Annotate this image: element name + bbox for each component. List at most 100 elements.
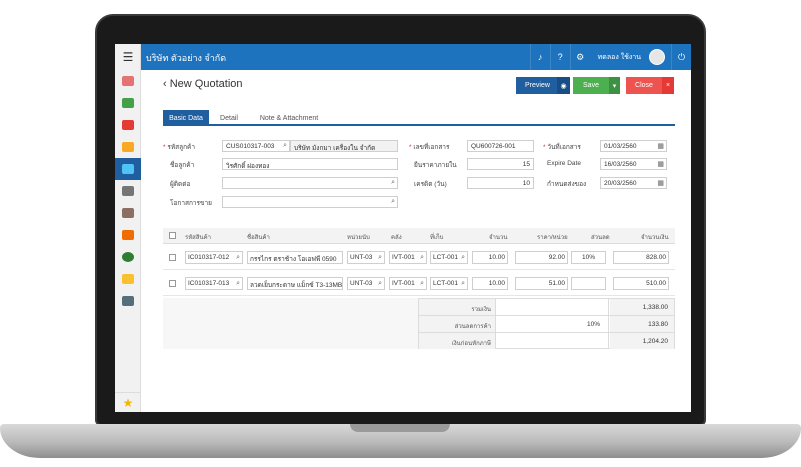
price-validity-label: ยืนราคาภายใน <box>414 162 457 169</box>
customer-name-field[interactable]: วิรศักดิ์ ผ่องทอง <box>222 158 398 170</box>
col-amount: จำนวนเงิน <box>641 235 669 241</box>
back-icon[interactable]: ‹ <box>163 78 167 90</box>
price-validity-field[interactable]: 15 <box>467 158 534 170</box>
laptop-frame: ☰ ★ บริษัท ตัวอย่าง จำกัด ♪ ? ⚙ ทดลอง ใช… <box>0 0 801 467</box>
row-unit-field[interactable]: UNT-03 ⌕ <box>347 277 385 290</box>
sidebar-item-dashboard[interactable] <box>115 70 141 92</box>
summary-discount-percent[interactable]: 10% <box>497 316 609 332</box>
row-unit-field[interactable]: UNT-03 ⌕ <box>347 251 385 264</box>
table-row: IC010317-013 ⌕ ลวดเย็บกระดาษ แม็กซ์ T3-13… <box>163 272 675 296</box>
tab-note-attachment[interactable]: Note & Attachment <box>249 110 329 126</box>
sidebar-item-cycle[interactable] <box>115 224 141 246</box>
select-all-checkbox[interactable] <box>169 232 176 239</box>
delivery-date-field[interactable]: 20/03/2560 ▦ <box>600 177 667 189</box>
search-icon[interactable]: ⌕ <box>420 254 424 262</box>
sidebar-item-tools[interactable] <box>115 290 141 312</box>
doc-no-label: * เลขที่เอกสาร <box>409 144 450 151</box>
delivery-date-label: กำหนดส่งของ <box>547 181 587 188</box>
summary-pretax-value: 1,204.20 <box>610 333 674 349</box>
row-discount-field[interactable]: 10% <box>571 251 606 264</box>
row-checkbox[interactable] <box>169 280 176 287</box>
username[interactable]: ทดลอง ใช้งาน <box>590 52 649 63</box>
sidebar-item-box[interactable] <box>115 136 141 158</box>
bell-icon[interactable]: ♪ <box>529 44 550 70</box>
sidebar-item-wallet[interactable] <box>115 202 141 224</box>
summary-discount-label: ส่วนลดการค้า <box>419 316 496 332</box>
expire-date-label: Expire Date <box>547 160 581 167</box>
col-price: ราคา/หน่วย <box>537 235 568 241</box>
row-qty-field[interactable]: 10.00 <box>472 251 508 264</box>
sidebar-item-money[interactable] <box>115 92 141 114</box>
col-warehouse: คลัง <box>391 235 402 241</box>
row-warehouse-field[interactable]: IVT-001 ⌕ <box>389 251 427 264</box>
close-icon[interactable]: × <box>662 77 674 94</box>
summary-discount-row: ส่วนลดการค้า 10% 133.80 <box>419 316 674 333</box>
search-icon[interactable]: ⌕ <box>378 280 382 288</box>
row-price-field[interactable]: 51.00 <box>515 277 568 290</box>
row-checkbox[interactable] <box>169 254 176 261</box>
tools-icon <box>122 296 134 306</box>
row-qty-field[interactable]: 10.00 <box>472 277 508 290</box>
row-location-field[interactable]: LCT-001 ⌕ <box>430 277 468 290</box>
avatar[interactable] <box>649 49 665 65</box>
customer-code-label: * รหัสลูกค้า <box>163 144 196 151</box>
laptop-notch <box>350 424 450 432</box>
search-icon[interactable]: ⌕ <box>236 280 240 288</box>
power-icon[interactable]: ⏻ <box>671 44 691 70</box>
tab-detail[interactable]: Detail <box>211 110 247 126</box>
col-qty: จำนวน <box>489 235 508 241</box>
search-icon[interactable]: ⌕ <box>461 254 465 262</box>
sidebar-item-cart[interactable] <box>115 114 141 136</box>
eye-icon[interactable]: ◉ <box>557 77 570 94</box>
search-icon[interactable]: ⌕ <box>391 198 395 206</box>
contact-field[interactable]: ⌕ <box>222 177 398 189</box>
sidebar-item-book[interactable] <box>115 158 141 180</box>
bank-icon <box>122 186 134 196</box>
opportunity-label: โอกาสการขาย <box>170 200 212 207</box>
sidebar-item-check[interactable] <box>115 246 141 268</box>
cycle-icon <box>122 230 134 240</box>
close-button[interactable]: Close <box>626 77 662 94</box>
credit-field[interactable]: 10 <box>467 177 534 189</box>
customer-name-label: ชื่อลูกค้า <box>170 162 195 169</box>
customer-code-field[interactable]: CUS010317-003 ⌕ <box>222 140 290 152</box>
summary-pretax-spacer <box>497 333 609 349</box>
search-icon[interactable]: ⌕ <box>236 254 240 262</box>
row-discount-field[interactable] <box>571 277 606 290</box>
calendar-icon[interactable]: ▦ <box>657 179 664 187</box>
summary-total-label: รวมเงิน <box>419 299 496 315</box>
company-name: บริษัท ตัวอย่าง จำกัด <box>146 53 227 63</box>
sidebar-item-report[interactable] <box>115 268 141 290</box>
row-location-field[interactable]: LCT-001 ⌕ <box>430 251 468 264</box>
row-price-field[interactable]: 92.00 <box>515 251 568 264</box>
row-warehouse-field[interactable]: IVT-001 ⌕ <box>389 277 427 290</box>
help-icon[interactable]: ? <box>549 44 570 70</box>
row-name-field[interactable]: กรรไกร ตราช้าง โอเอฟพี 0590 <box>247 251 343 264</box>
expire-date-field[interactable]: 16/03/2560 ▦ <box>600 158 667 170</box>
menu-icon[interactable]: ☰ <box>115 44 141 70</box>
tab-basic-data[interactable]: Basic Data <box>163 110 209 126</box>
calendar-icon[interactable]: ▦ <box>657 160 664 168</box>
calendar-icon[interactable]: ▦ <box>657 142 664 150</box>
save-dropdown-button[interactable]: ▾ <box>609 77 620 94</box>
search-icon[interactable]: ⌕ <box>283 142 287 150</box>
opportunity-field[interactable]: ⌕ <box>222 196 398 208</box>
tab-bar: Basic Data Detail Note & Attachment <box>163 110 675 126</box>
search-icon[interactable]: ⌕ <box>378 254 382 262</box>
row-code-field[interactable]: IC010317-013 ⌕ <box>185 277 243 290</box>
sidebar-item-bank[interactable] <box>115 180 141 202</box>
summary-total-row: รวมเงิน 1,338.00 <box>419 299 674 316</box>
doc-no-field[interactable]: QU600726-001 <box>467 140 534 152</box>
search-icon[interactable]: ⌕ <box>420 280 424 288</box>
save-button[interactable]: Save <box>573 77 609 94</box>
search-icon[interactable]: ⌕ <box>391 179 395 187</box>
doc-date-field[interactable]: 01/03/2560 ▦ <box>600 140 667 152</box>
star-icon[interactable]: ★ <box>115 392 141 412</box>
row-amount-field: 510.00 <box>613 277 669 290</box>
row-name-field[interactable]: ลวดเย็บกระดาษ แม็กซ์ T3-13MB <box>247 277 343 290</box>
summary-total-spacer <box>497 299 609 315</box>
summary-spacer <box>163 298 418 349</box>
gear-icon[interactable]: ⚙ <box>569 44 590 70</box>
search-icon[interactable]: ⌕ <box>461 280 465 288</box>
row-code-field[interactable]: IC010317-012 ⌕ <box>185 251 243 264</box>
